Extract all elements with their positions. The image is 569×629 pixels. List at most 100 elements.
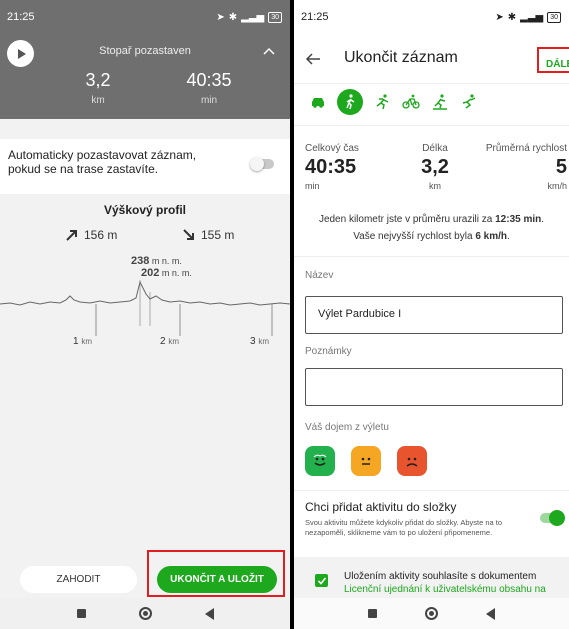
stat-unit: km/h [547,181,567,191]
stat-avg-speed: Průměrná rychlost 5 km/h [486,143,567,191]
discard-button[interactable]: ZAHODIT [20,566,137,593]
divider [294,256,569,257]
status-bar: 21:25 ➤ ✱ ▂▃▅ 30 [0,0,290,34]
name-input[interactable]: Výlet Pardubice I [305,296,563,334]
walk-icon[interactable] [337,89,363,115]
folder-option: Chci přidat aktivitu do složky Svou akti… [305,500,535,538]
name-label: Název [305,270,334,281]
distance-value: 3,2 [85,70,111,90]
finish-save-button[interactable]: UKONČIT A ULOŽIT [157,566,277,593]
tracker-status: Stopař pozastaven [99,45,191,57]
consent-checkbox[interactable] [315,574,328,587]
stat-label: Délka [422,143,448,154]
stat-value: 40:35 [305,156,357,178]
arrow-down-right-icon [183,229,194,240]
next-highlight: DÁLE [537,47,569,73]
location-icon: ➤ [495,11,504,23]
run-icon[interactable] [372,92,392,112]
duration-value: 40:35 [186,70,232,90]
save-highlight: UKONČIT A ULOŽIT [147,550,285,597]
battery-icon: 30 [268,11,282,23]
page-title: Ukončit záznam [344,49,458,66]
pace-info: Jeden kilometr jste v průměru urazili za… [294,211,569,245]
speed-value: 6 km/h [475,231,507,242]
signal-icon: ▂▃▅ [520,11,544,23]
divider [294,125,569,126]
home-icon[interactable] [138,607,152,620]
location-icon: ➤ [216,11,225,23]
km-unit-3: km [258,337,270,346]
notes-input[interactable] [305,368,563,406]
ascent: 156 m [66,228,117,242]
finish-recording-screen: 21:25 ➤ ✱ ▂▃▅ 30 Ukončit záznam DÁLE Cel… [294,0,569,629]
elevation-profile: Výškový profil 156 m 155 m 238 m n. m. 2… [0,176,290,576]
next-button[interactable]: DÁLE [546,59,569,70]
km-unit-2: km [168,337,180,346]
folder-description: Svou aktivitu můžete kdykoliv přidat do … [305,518,503,537]
status-bar: 21:25 ➤ ✱ ▂▃▅ 30 [294,0,569,34]
status-icons: ➤ ✱ ▂▃▅ 30 [216,11,282,23]
notes-label: Poznámky [305,346,352,357]
car-icon[interactable] [308,92,328,112]
km-label-1: 1 km [73,336,92,347]
sad-face-icon[interactable] [397,446,427,476]
home-icon[interactable] [425,607,438,620]
crosscountry-icon[interactable] [459,92,479,112]
tracker-card: Stopař pozastaven 3,2 km 40:35 min [0,34,290,119]
folder-toggle[interactable] [540,510,565,526]
km-label-2: 2 km [160,336,179,347]
duration-unit: min [200,95,218,106]
autopause-toggle[interactable] [250,157,274,171]
bluetooth-icon: ✱ [507,11,517,23]
check-icon [317,576,326,585]
recents-icon[interactable] [368,609,377,618]
stat-total-time: Celkový čas 40:35 min [305,143,359,191]
back-icon[interactable] [486,607,495,620]
chevron-up-icon[interactable] [262,44,276,58]
stat-value: 5 [555,156,567,178]
mood-label: Váš dojem z výletu [305,422,389,433]
stat-unit: km [429,181,441,191]
header: Ukončit záznam DÁLE [294,34,569,84]
autopause-label: Automaticky pozastavovat záznam, pokud s… [8,148,197,176]
tracker-duration: 40:35 min [174,70,244,106]
ski-icon[interactable] [430,92,450,112]
km-label-3: 3 km [250,336,269,347]
divider [294,490,569,491]
bluetooth-icon: ✱ [228,11,238,23]
status-time: 21:25 [301,11,329,23]
descent: 155 m [183,228,234,242]
km-value-1: 1 [73,336,79,347]
speed-text: Vaše nejvyšší rychlost byla [353,231,476,242]
profile-title: Výškový profil [103,203,187,217]
neutral-face-icon[interactable] [351,446,381,476]
elevation-chart [0,280,290,336]
stat-unit: min [305,181,320,191]
battery-icon: 30 [547,11,561,23]
distance-unit: km [91,95,105,106]
status-icons: ➤ ✱ ▂▃▅ 30 [495,11,561,23]
stat-label: Celkový čas [305,143,359,154]
consent-label: Uložením aktivity souhlasíte s dokumente… [344,571,537,582]
recents-icon[interactable] [76,609,86,618]
back-icon[interactable] [204,607,214,620]
bike-icon[interactable] [401,92,421,112]
km-unit-1: km [81,337,93,346]
km-value-3: 3 [250,336,256,347]
elevation-line [0,280,290,306]
consent-row: Uložením aktivity souhlasíte s dokumente… [294,557,569,608]
ascent-value: 156 m [84,228,118,242]
speed-end: . [507,231,510,242]
back-arrow-icon[interactable] [305,51,321,67]
arrow-up-right-icon [66,230,77,241]
pace-text: Jeden kilometr jste v průměru urazili za [318,214,496,225]
status-time: 21:25 [7,11,35,23]
action-bar: ZAHODIT UKONČIT A ULOŽIT [0,550,290,598]
stat-distance: Délka 3,2 km [410,143,460,191]
signal-icon: ▂▃▅ [241,11,265,23]
happy-face-icon[interactable] [305,446,335,476]
tracker-distance: 3,2 km [63,70,133,106]
system-nav-bar [0,598,290,629]
pace-value: 12:35 min [495,214,542,225]
stat-label: Průměrná rychlost [485,143,567,154]
